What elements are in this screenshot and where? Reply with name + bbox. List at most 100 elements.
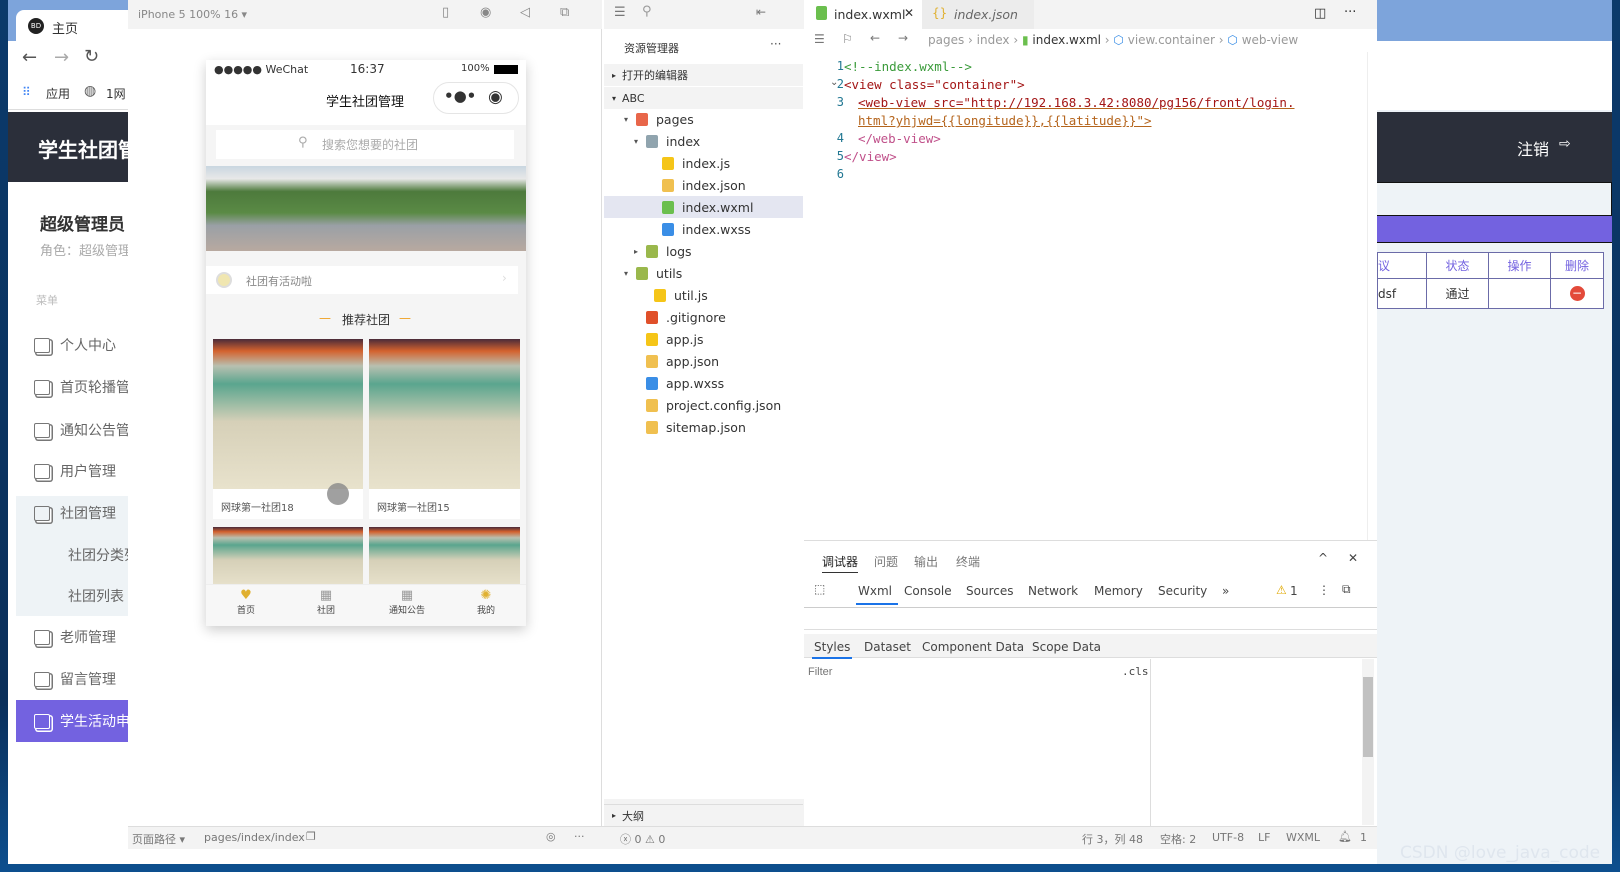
tab-styles[interactable]: Styles xyxy=(812,640,853,659)
line-ending[interactable]: LF xyxy=(1258,831,1270,844)
close-panel-icon[interactable]: ✕ xyxy=(1348,551,1358,565)
club-card[interactable] xyxy=(369,527,520,587)
tree-item[interactable]: util.js xyxy=(604,284,803,306)
indentation[interactable]: 空格: 2 xyxy=(1160,831,1196,847)
search-input[interactable]: ⚲ 搜索您想要的社团 xyxy=(216,130,514,159)
crumb[interactable]: pages › index › ▮ index.wxml › ⬡ view.co… xyxy=(928,33,1298,47)
tab-clubs[interactable]: ▦ 社团 xyxy=(306,588,346,616)
fold-chevron-icon[interactable]: ⌄ xyxy=(830,77,838,88)
cls-toggle[interactable]: .cls xyxy=(1122,665,1149,678)
tree-item[interactable]: ▾ utils xyxy=(604,262,803,284)
tab-index-wxml[interactable]: index.wxml ✕ xyxy=(804,0,922,29)
tree-item[interactable]: sitemap.json xyxy=(604,416,803,438)
outline-icon[interactable]: ☰ xyxy=(814,32,825,46)
split-editor-icon[interactable]: ◫ xyxy=(1314,6,1326,21)
tree-item[interactable]: index.wxml xyxy=(604,196,803,218)
tree-item[interactable]: .gitignore xyxy=(604,306,803,328)
cursor-position[interactable]: 行 3，列 48 xyxy=(1082,831,1143,847)
tab-mine[interactable]: ✺ 我的 xyxy=(466,588,506,616)
inspect-element-icon[interactable]: ⬚ xyxy=(814,582,825,596)
devtools-tab[interactable]: Security xyxy=(1158,584,1207,598)
tree-item[interactable]: app.json xyxy=(604,350,803,372)
tab-notices[interactable]: ▦ 通知公告 xyxy=(382,588,432,616)
phone-icon[interactable]: ▯ xyxy=(442,5,449,20)
nav-back-icon[interactable]: ← xyxy=(870,31,880,45)
tree-item[interactable]: index.wxss xyxy=(604,218,803,240)
open-editors-section[interactable]: ▸ 打开的编辑器 xyxy=(604,64,803,86)
menu-item-messages[interactable]: 留言管理 xyxy=(16,659,136,699)
menu-item-club-categories[interactable]: 社团分类列 xyxy=(16,535,136,575)
detach-window-icon[interactable]: ⧉ xyxy=(560,5,569,20)
more-icon[interactable]: ··· xyxy=(574,830,585,843)
tree-item[interactable]: ▾ pages xyxy=(604,108,803,130)
menu-item-club-list[interactable]: 社团列表 xyxy=(16,576,136,616)
devtools-tab[interactable]: Memory xyxy=(1094,584,1143,598)
maximize-panel-icon[interactable]: ^ xyxy=(1318,551,1328,565)
panel-tab-output[interactable]: 输出 xyxy=(914,553,938,570)
styles-scrollbar[interactable] xyxy=(1362,659,1374,825)
bookmark-apps[interactable]: 应用 xyxy=(46,85,70,102)
bookmark-1[interactable]: 1网 xyxy=(106,85,126,102)
club-card[interactable]: 网球第一社团15 xyxy=(369,339,520,519)
club-card[interactable] xyxy=(213,527,363,587)
kebab-menu-icon[interactable]: ⋮ xyxy=(1318,583,1330,597)
list-icon[interactable]: ☰ xyxy=(614,5,626,20)
reload-icon[interactable]: ↻ xyxy=(84,46,99,67)
page-path-select[interactable]: 页面路径 ▾ xyxy=(132,831,185,847)
tree-item[interactable]: ▸ logs xyxy=(604,240,803,262)
warning-count[interactable]: 1 xyxy=(1290,584,1298,598)
project-section[interactable]: ▾ ABC xyxy=(604,87,803,109)
language-mode[interactable]: WXML xyxy=(1286,831,1320,844)
bell-icon[interactable]: 🔔︎ xyxy=(1338,830,1352,843)
devtools-tab[interactable]: Network xyxy=(1028,584,1078,598)
capsule-menu[interactable]: •●• ◉ xyxy=(433,82,519,114)
more-dots-icon[interactable]: •●• xyxy=(444,87,476,105)
encoding[interactable]: UTF-8 xyxy=(1212,831,1244,844)
record-icon[interactable]: ◉ xyxy=(480,5,491,20)
styles-filter-input[interactable] xyxy=(808,662,1108,682)
bookmark-icon[interactable]: ⚐ xyxy=(842,32,853,46)
menu-item-activities[interactable]: 学生活动申 xyxy=(16,700,136,742)
menu-item-carousel[interactable]: 首页轮播管 xyxy=(16,367,136,407)
browser-tab[interactable]: BD 主页 xyxy=(16,10,136,41)
sound-icon[interactable]: ◁ xyxy=(520,5,530,20)
more-actions-icon[interactable]: ··· xyxy=(1344,5,1356,20)
tab-dataset[interactable]: Dataset xyxy=(864,640,911,654)
nav-forward-icon[interactable]: → xyxy=(898,31,908,45)
error-count[interactable]: ⓧ 0 ⚠ 0 xyxy=(620,831,665,847)
close-tab-icon[interactable]: ✕ xyxy=(904,6,914,20)
notice-bar[interactable]: 社团有活动啦 › xyxy=(206,266,518,294)
menu-item-clubs[interactable]: 社团管理 xyxy=(16,493,136,533)
club-card[interactable]: 网球第一社团18 xyxy=(213,339,363,519)
editor-scrollbar[interactable] xyxy=(1367,52,1377,540)
tree-item[interactable]: index.js xyxy=(604,152,803,174)
panel-tab-problems[interactable]: 问题 xyxy=(874,553,898,570)
menu-item-teachers[interactable]: 老师管理 xyxy=(16,617,136,657)
devtools-tab[interactable]: Console xyxy=(904,584,952,598)
tree-item[interactable]: app.wxss xyxy=(604,372,803,394)
dock-icon[interactable]: ⧉ xyxy=(1342,582,1351,597)
search-icon[interactable]: ⚲ xyxy=(642,4,652,19)
tree-item[interactable]: ▾ index xyxy=(604,130,803,152)
logout-button[interactable]: 注销 xyxy=(1517,136,1549,160)
close-miniapp-icon[interactable]: ◉ xyxy=(488,87,503,107)
eye-icon[interactable]: ◎ xyxy=(546,830,556,843)
tree-item[interactable]: project.config.json xyxy=(604,394,803,416)
menu-item-users[interactable]: 用户管理 xyxy=(16,451,136,491)
menu-item-notice[interactable]: 通知公告管 xyxy=(16,410,136,450)
panel-tab-terminal[interactable]: 终端 xyxy=(956,553,980,570)
copy-icon[interactable]: ❐ xyxy=(306,830,316,843)
collapse-icon[interactable]: ⇤ xyxy=(756,5,766,19)
more-icon[interactable]: ··· xyxy=(770,37,781,51)
back-icon[interactable]: ← xyxy=(22,47,37,68)
panel-tab-debugger[interactable]: 调试器 xyxy=(822,553,859,573)
tab-index-json[interactable]: {} index.json xyxy=(922,0,1034,29)
tab-home[interactable]: ♥ 首页 xyxy=(226,588,266,616)
devtools-tab[interactable]: Wxml xyxy=(856,584,898,605)
devtools-tab[interactable]: Sources xyxy=(966,584,1013,598)
banner-image[interactable] xyxy=(206,166,526,251)
device-select[interactable]: iPhone 5 100% 16 ▾ xyxy=(138,8,247,21)
scroll-thumb[interactable] xyxy=(1363,677,1373,757)
tree-item[interactable]: index.json xyxy=(604,174,803,196)
tree-item[interactable]: app.js xyxy=(604,328,803,350)
